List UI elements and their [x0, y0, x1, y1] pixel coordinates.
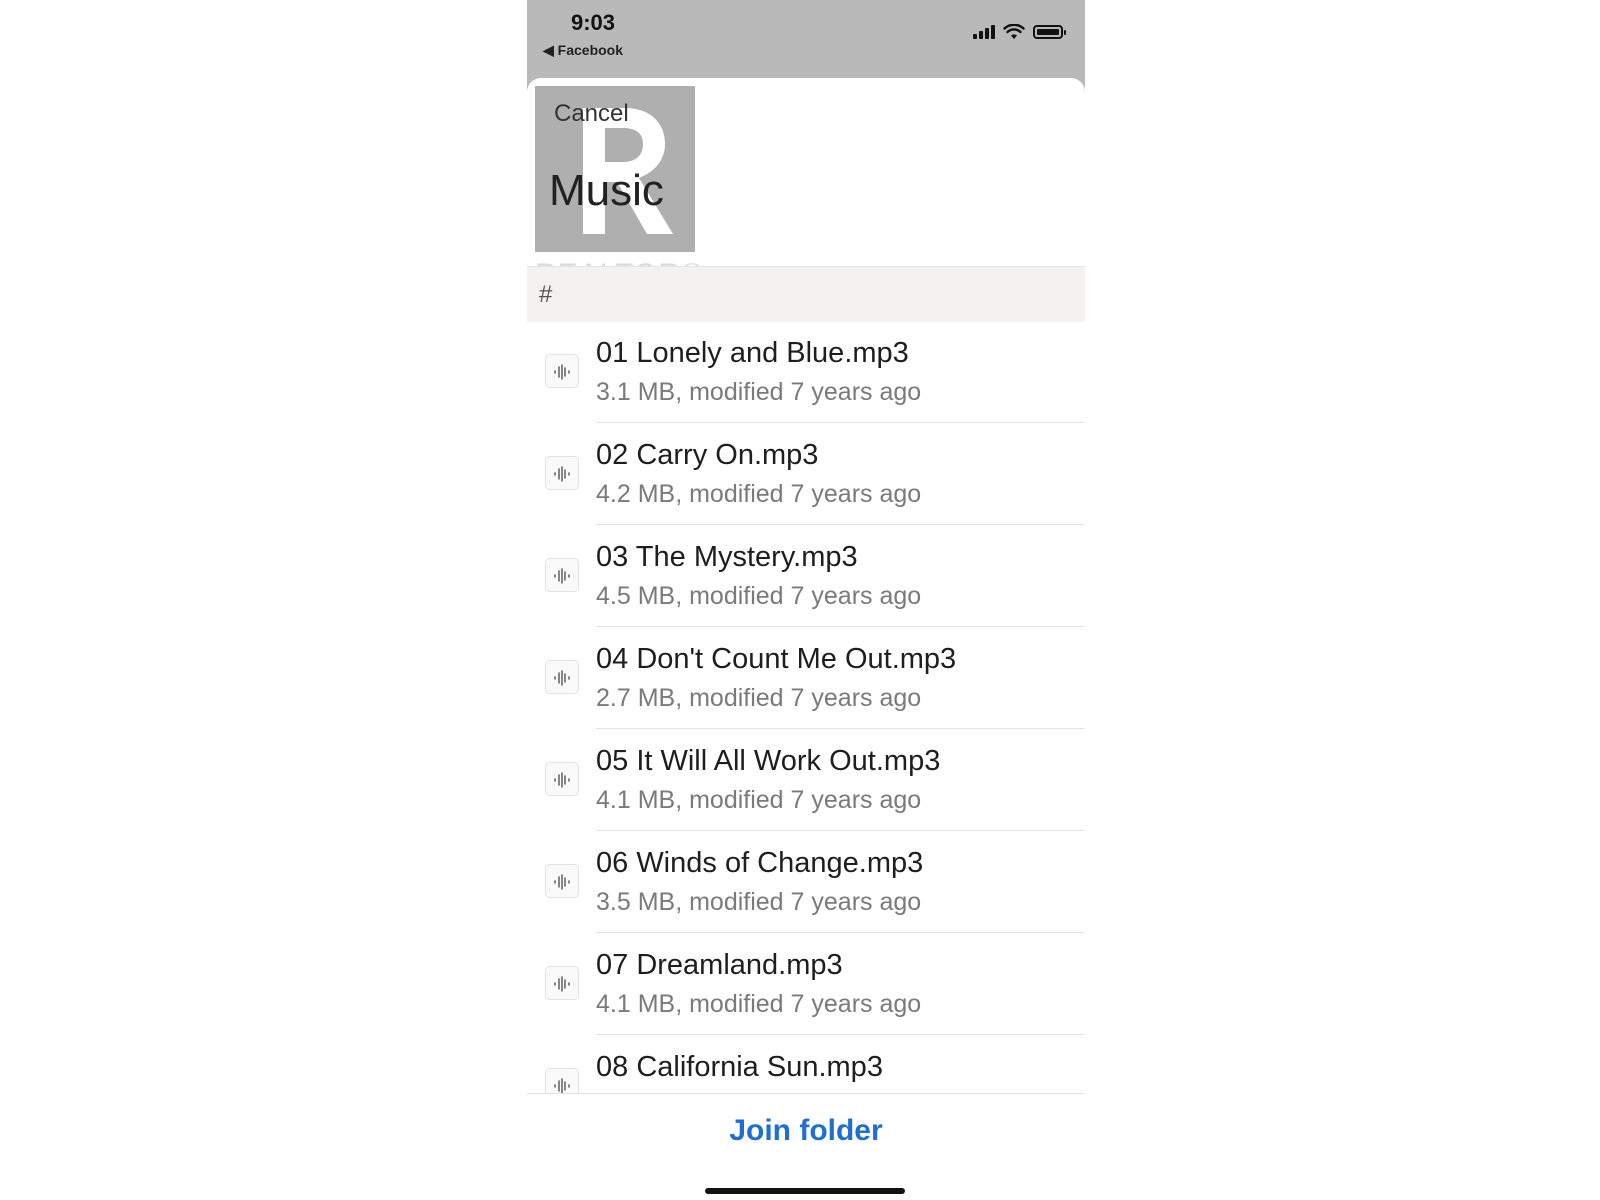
file-meta: 4.1 MB, modified 7 years ago — [596, 786, 922, 814]
file-meta: 4.1 MB, modified 7 years ago — [596, 990, 922, 1018]
cancel-button[interactable]: Cancel — [554, 100, 629, 128]
sheet-footer: Join folder — [527, 1093, 1085, 1200]
file-list[interactable]: 01 Lonely and Blue.mp3 3.1 MB, modified … — [527, 321, 1085, 1093]
list-item[interactable]: 07 Dreamland.mp3 4.1 MB, modified 7 year… — [527, 933, 1085, 1035]
cellular-signal-icon — [973, 25, 995, 39]
file-name: 05 It Will All Work Out.mp3 — [596, 745, 941, 777]
file-meta: 4.5 MB, modified 7 years ago — [596, 582, 922, 610]
wifi-icon — [1003, 24, 1025, 39]
file-name: 08 California Sun.mp3 — [596, 1051, 883, 1083]
file-name: 01 Lonely and Blue.mp3 — [596, 337, 909, 369]
list-item[interactable]: 05 It Will All Work Out.mp3 4.1 MB, modi… — [527, 729, 1085, 831]
file-name: 04 Don't Count Me Out.mp3 — [596, 643, 957, 675]
file-name: 03 The Mystery.mp3 — [596, 541, 858, 573]
battery-icon — [1033, 25, 1066, 39]
back-to-app-label: Facebook — [557, 42, 624, 58]
join-folder-button[interactable]: Join folder — [527, 1114, 1085, 1148]
section-header: # — [527, 266, 1085, 322]
section-header-label: # — [539, 281, 553, 308]
file-name: 02 Carry On.mp3 — [596, 439, 819, 471]
folder-sheet: REALTOR® Cancel Music # 01 Lonely and Bl… — [527, 78, 1085, 1200]
phone-screen: 9:03 ◀ Facebook REALTOR® — [527, 0, 1085, 1200]
audio-file-icon — [545, 354, 579, 388]
file-name: 06 Winds of Change.mp3 — [596, 847, 924, 879]
audio-file-icon — [545, 456, 579, 490]
list-item[interactable]: 08 California Sun.mp3 — [527, 1035, 1085, 1093]
file-meta: 2.7 MB, modified 7 years ago — [596, 684, 922, 712]
page-title: Music — [549, 166, 664, 215]
audio-file-icon — [545, 660, 579, 694]
list-item[interactable]: 03 The Mystery.mp3 4.5 MB, modified 7 ye… — [527, 525, 1085, 627]
file-name: 07 Dreamland.mp3 — [596, 949, 843, 981]
status-time: 9:03 — [571, 10, 616, 35]
file-meta: 4.2 MB, modified 7 years ago — [596, 480, 922, 508]
home-indicator[interactable] — [705, 1188, 905, 1194]
list-item[interactable]: 06 Winds of Change.mp3 3.5 MB, modified … — [527, 831, 1085, 933]
list-item[interactable]: 01 Lonely and Blue.mp3 3.1 MB, modified … — [527, 321, 1085, 423]
audio-file-icon — [545, 558, 579, 592]
list-item[interactable]: 04 Don't Count Me Out.mp3 2.7 MB, modifi… — [527, 627, 1085, 729]
audio-file-icon — [545, 762, 579, 796]
audio-file-icon — [545, 966, 579, 1000]
audio-file-icon — [545, 864, 579, 898]
list-item[interactable]: 02 Carry On.mp3 4.2 MB, modified 7 years… — [527, 423, 1085, 525]
back-to-app-link[interactable]: ◀ Facebook — [543, 42, 623, 59]
file-meta: 3.1 MB, modified 7 years ago — [596, 378, 922, 406]
audio-file-icon — [545, 1068, 579, 1093]
status-icons — [973, 24, 1066, 40]
file-meta: 3.5 MB, modified 7 years ago — [596, 888, 922, 916]
back-arrow-icon: ◀ — [543, 42, 554, 58]
